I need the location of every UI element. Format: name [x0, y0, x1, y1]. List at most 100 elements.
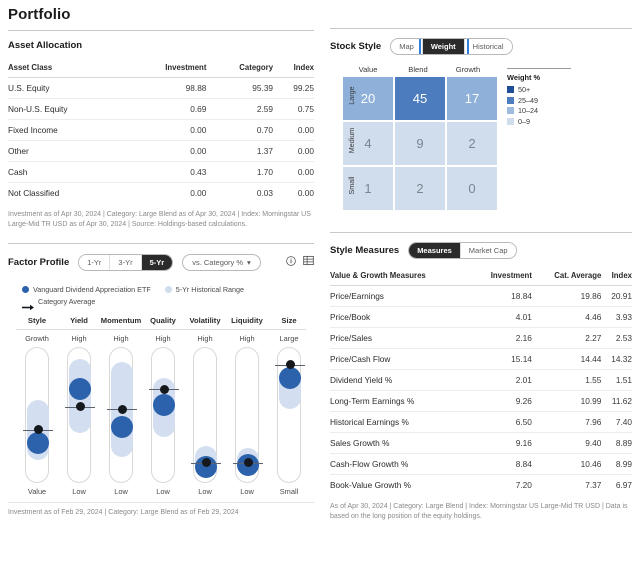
cell-investment: 8.84 [471, 453, 532, 475]
column-header-cat-average: Cat. Average [531, 267, 602, 286]
stock-style-legend: Weight % 50+ 25–49 10–24 0–9 [507, 65, 581, 210]
legend-item: 25–49 [507, 96, 581, 105]
style-measures-tabs[interactable]: Measures Market Cap [408, 242, 517, 259]
factor-bottom-label: Small [279, 487, 299, 497]
style-row-small: Small 1 2 0 [343, 167, 497, 210]
cell-investment: 15.14 [471, 348, 532, 370]
asset-allocation-header: Asset Allocation [8, 31, 314, 59]
factor-bottom-label: Value [27, 487, 47, 497]
legend-row-primary: Vanguard Dividend Appreciation ETF 5-Yr … [22, 285, 314, 294]
factor-track-liquidity[interactable] [233, 347, 263, 484]
factor-top-labels: Growth High High High High High Large [8, 330, 314, 347]
style-cell-medium-growth[interactable]: 2 [447, 122, 497, 165]
factor-category-average-dot [159, 384, 169, 394]
factor-track-quality[interactable] [149, 347, 179, 484]
table-row: Sales Growth % 9.16 9.40 8.89 [330, 432, 632, 454]
cell-index: 0.00 [273, 119, 314, 141]
tab-weight[interactable]: Weight [422, 39, 465, 54]
legend-label-0-9: 0–9 [518, 116, 530, 126]
factor-bottom-label: Low [198, 487, 212, 497]
cell-index: 0.00 [273, 161, 314, 183]
table-row: Long-Term Earnings % 9.26 10.99 11.62 [330, 390, 632, 412]
factor-profile-header-icons [286, 253, 314, 271]
factor-track-volatility[interactable] [191, 347, 221, 484]
legend-dot-range [164, 286, 172, 294]
cell-cat-average: 19.86 [531, 285, 602, 307]
cell-investment: 2.16 [471, 327, 532, 349]
table-row: Other 0.00 1.37 0.00 [8, 140, 314, 162]
cell-cat-average: 1.55 [531, 369, 602, 391]
legend-item-range: 5-Yr Historical Range [164, 285, 244, 294]
factor-category-average-dot [201, 458, 211, 468]
tab-1yr[interactable]: 1-Yr [79, 254, 111, 270]
table-row: Historical Earnings % 6.50 7.96 7.40 [330, 411, 632, 433]
cell-cat-average: 10.99 [531, 390, 602, 412]
cell-index: 14.32 [601, 348, 632, 370]
cell-measure: Historical Earnings % [330, 411, 472, 433]
cell-category: 95.39 [206, 77, 274, 99]
cell-cat-average: 4.46 [531, 306, 602, 328]
table-row: Non-U.S. Equity 0.69 2.59 0.75 [8, 98, 314, 120]
cell-measure: Price/Cash Flow [330, 348, 472, 370]
legend-arrow-icon [22, 298, 34, 311]
style-cell-medium-blend[interactable]: 9 [395, 122, 445, 165]
tab-5yr[interactable]: 5-Yr [141, 254, 173, 270]
legend-label-category-average: Category Average [38, 297, 96, 307]
tab-measures[interactable]: Measures [409, 243, 461, 258]
legend-label-10-24: 10–24 [518, 106, 538, 115]
factor-top-label: Growth [25, 334, 49, 344]
factor-track-yield[interactable] [65, 347, 95, 484]
style-cell-large-growth[interactable]: 17 [447, 77, 497, 120]
cell-investment: 7.20 [471, 474, 532, 495]
style-cell-small-growth[interactable]: 0 [447, 167, 497, 210]
table-row: Cash 0.43 1.70 0.00 [8, 161, 314, 183]
cell-measure: Long-Term Earnings % [330, 390, 472, 412]
factor-period-tabs[interactable]: 1-Yr 3-Yr 5-Yr [78, 253, 174, 271]
style-cell-large-blend[interactable]: 45 [395, 77, 445, 120]
asset-allocation-footnote: Investment as of Apr 30, 2024 | Category… [8, 211, 311, 229]
legend-swatch-25-49 [507, 96, 514, 104]
table-row: Dividend Yield % 2.01 1.55 1.51 [330, 369, 632, 391]
factor-profile-legend: Vanguard Dividend Appreciation ETF 5-Yr … [8, 279, 314, 311]
tab-historical[interactable]: Historical [464, 39, 512, 54]
factor-category-average-dot [285, 360, 295, 370]
factor-profile-footnote: Investment as of Feb 29, 2024 | Category… [8, 509, 239, 517]
factor-track-momentum[interactable] [107, 347, 137, 484]
tab-3yr[interactable]: 3-Yr [110, 254, 142, 270]
factor-track-size[interactable] [275, 347, 305, 484]
cell-cat-average: 14.44 [531, 348, 602, 370]
left-column: Portfolio Asset Allocation Asset Class I… [8, 0, 314, 518]
cell-investment: 4.01 [471, 306, 532, 328]
legend-dot-fund [22, 286, 29, 294]
cell-category: 2.59 [206, 98, 274, 120]
cell-index: 6.97 [601, 474, 632, 495]
factor-fund-bubble [111, 416, 133, 439]
tab-map[interactable]: Map [391, 39, 423, 54]
cell-measure: Book-Value Growth % [330, 474, 472, 495]
factor-profile-header: Factor Profile 1-Yr 3-Yr 5-Yr vs. Catego… [8, 244, 314, 279]
cell-investment: 0.00 [125, 182, 207, 203]
cell-index: 7.40 [601, 411, 632, 433]
factor-header-momentum: Momentum [100, 316, 142, 326]
compare-dropdown[interactable]: vs. Category % ▾ [182, 253, 261, 271]
factor-category-average-dot [117, 404, 127, 414]
cell-index: 1.51 [601, 369, 632, 391]
asset-allocation-title: Asset Allocation [8, 40, 83, 51]
cell-measure: Price/Sales [330, 327, 472, 349]
column-header-index: Index [273, 59, 314, 78]
factor-top-label: High [155, 334, 171, 344]
table-view-icon[interactable] [303, 253, 314, 271]
info-icon[interactable] [286, 253, 296, 271]
style-cell-small-blend[interactable]: 2 [395, 167, 445, 210]
cell-category: 1.70 [206, 161, 274, 183]
style-row-label-large: Large [347, 86, 356, 105]
legend-divider [507, 68, 571, 69]
tab-market-cap[interactable]: Market Cap [460, 243, 516, 258]
factor-header-size: Size [281, 316, 297, 326]
style-row-large: Large 20 45 17 [343, 77, 497, 120]
stock-style-tabs[interactable]: Map Weight Historical [390, 38, 513, 55]
cell-index: 3.93 [601, 306, 632, 328]
table-header-row: Value & Growth Measures Investment Cat. … [330, 267, 632, 286]
column-header-asset-class: Asset Class [8, 59, 126, 78]
factor-track-style[interactable] [23, 347, 53, 484]
